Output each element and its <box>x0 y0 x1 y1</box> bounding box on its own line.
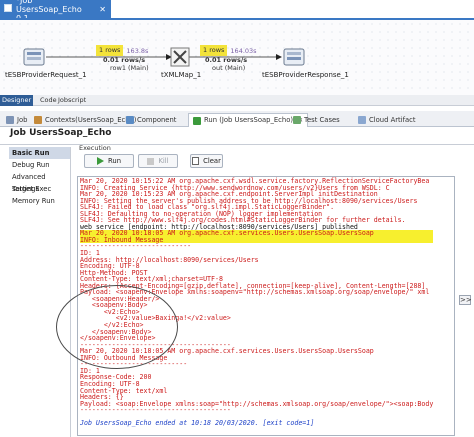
expand-panel-button[interactable]: >> <box>459 295 472 305</box>
flow1-rows-count: 1 rows <box>96 45 124 56</box>
flow1-label[interactable]: row1 (Main) <box>110 64 149 72</box>
clear-button-label: Clear <box>203 157 221 165</box>
tab-test-cases[interactable]: Test Cases <box>289 113 344 127</box>
component-label-request: tESBProviderRequest_1 <box>5 71 87 79</box>
view-tabs: Job Contexts(UsersSoap_Echo) Component R… <box>0 111 474 127</box>
tab-designer[interactable]: Designer <box>0 95 34 106</box>
tab-jobscript[interactable]: Jobscript <box>56 95 88 106</box>
kill-button-label: Kill <box>158 157 169 165</box>
flow1-stats-badge: 1 rows 163.8s <box>96 45 148 56</box>
divider <box>0 144 474 145</box>
flow2-rows-count: 1 rows <box>200 45 228 56</box>
close-tab-icon[interactable]: ✕ <box>99 5 106 14</box>
flow2-time: 164.03s <box>230 46 257 55</box>
flow1-time: 163.8s <box>126 46 149 55</box>
flow1-rate: 0.01 rows/s <box>103 56 146 64</box>
play-icon <box>96 157 104 165</box>
clear-icon <box>192 157 200 165</box>
side-item-target-exec[interactable]: Target Exec <box>9 183 70 195</box>
job-icon <box>4 4 12 14</box>
component-view-icon <box>126 116 134 124</box>
tab-cloud-artifact-label: Cloud Artifact <box>369 115 416 124</box>
clear-button[interactable]: Clear <box>190 154 223 168</box>
tab-component-label: Component <box>137 115 177 124</box>
run-view-icon <box>193 116 201 125</box>
component-label-xmlmap: tXMLMap_1 <box>161 71 202 79</box>
esb-response-icon[interactable] <box>282 45 306 69</box>
editor-mode-tabs: Designer Code Jobscript <box>0 95 474 106</box>
side-item-memory-run[interactable]: Memory Run <box>9 195 70 207</box>
flow2-stats-badge: 1 rows 164.03s <box>200 45 257 56</box>
kill-button[interactable]: Kill <box>138 154 178 168</box>
execution-label: Execution <box>79 144 111 152</box>
job-designer-canvas[interactable]: tESBProviderRequest_1 tXMLMap_1 tESBProv… <box>0 20 474 95</box>
tab-run-label: Run (Job UsersSoap_Echo) <box>204 116 294 124</box>
side-item-debug-run[interactable]: Debug Run <box>9 159 70 171</box>
run-button-label: Run <box>107 157 122 165</box>
console-output[interactable]: Mar 20, 2020 10:15:22 AM org.apache.cxf.… <box>77 176 455 436</box>
job-view-icon <box>6 116 14 124</box>
side-item-basic-run[interactable]: Basic Run <box>9 147 70 159</box>
flow2-label[interactable]: out (Main) <box>212 64 245 72</box>
side-item-advanced-settings[interactable]: Advanced settings <box>9 171 70 193</box>
tab-component[interactable]: Component <box>122 113 180 127</box>
job-editor-tab[interactable]: *Job UsersSoap_Echo 0.1 ✕ <box>0 0 111 23</box>
test-cases-icon <box>293 116 301 124</box>
flow2-rate: 0.01 rows/s <box>205 56 248 64</box>
cloud-icon <box>358 116 366 124</box>
tab-job-label: Job <box>17 115 28 124</box>
stop-icon <box>147 157 155 165</box>
tab-cloud-artifact[interactable]: Cloud Artifact <box>354 113 420 127</box>
esb-request-icon[interactable] <box>22 45 46 69</box>
console-lines: Mar 20, 2020 10:15:22 AM org.apache.cxf.… <box>80 178 434 428</box>
console-line: Job UsersSoap_Echo ended at 10:18 20/03/… <box>80 419 315 428</box>
contexts-icon <box>34 116 42 124</box>
tab-job[interactable]: Job <box>2 113 31 127</box>
xmlmap-icon[interactable] <box>168 45 192 69</box>
run-panel-title: Job UsersSoap_Echo <box>10 128 112 138</box>
tab-test-cases-label: Test Cases <box>304 115 340 124</box>
component-label-response: tESBProviderResponse_1 <box>262 71 349 79</box>
run-button[interactable]: Run <box>84 154 134 168</box>
run-side-menu: Basic Run Debug Run Advanced settings Ta… <box>9 147 71 437</box>
